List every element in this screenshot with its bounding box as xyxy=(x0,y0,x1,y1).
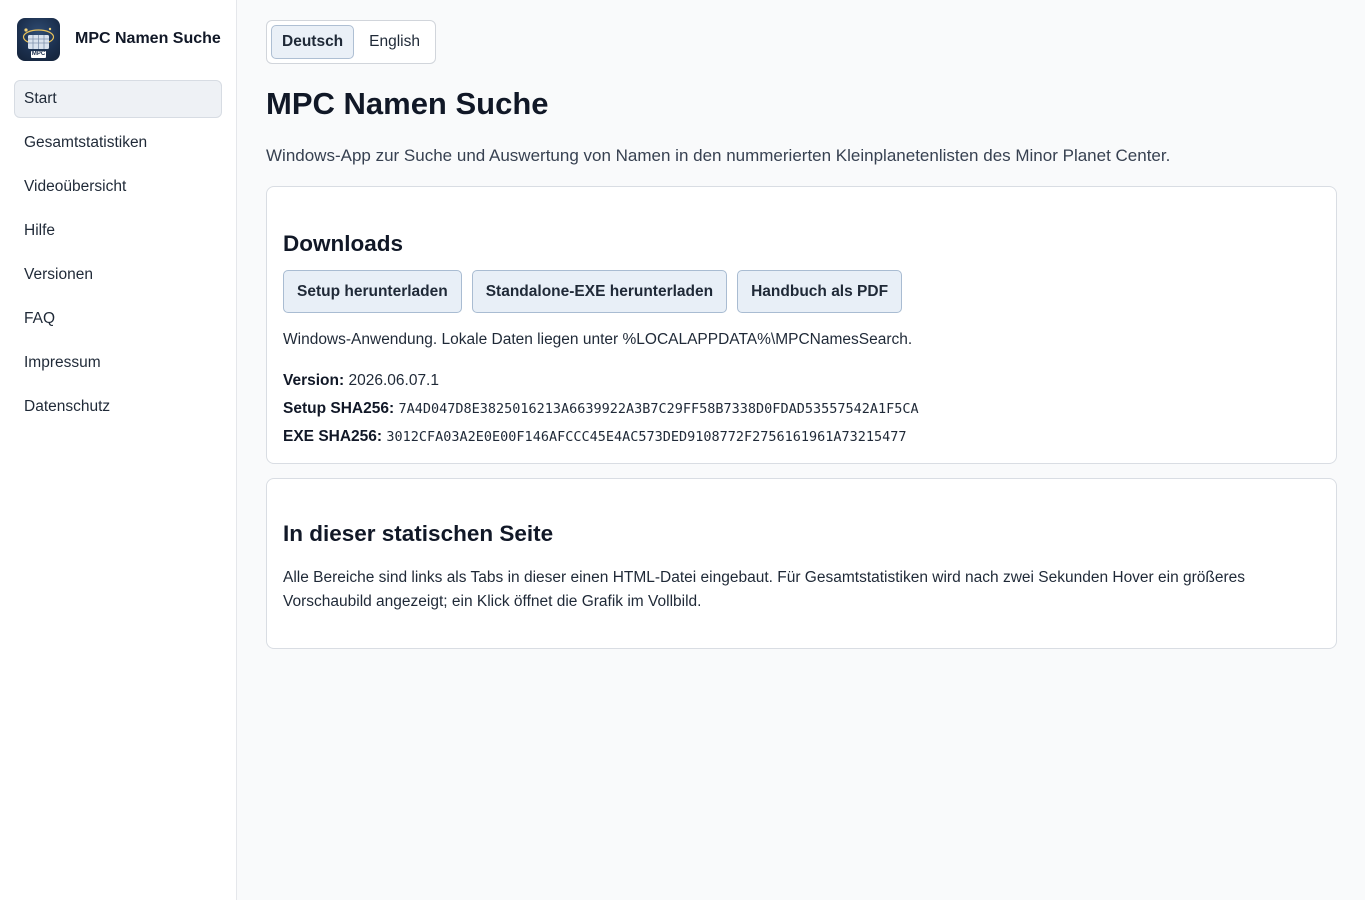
version-row: Version: 2026.06.07.1 xyxy=(283,367,1320,395)
exe-sha-row: EXE SHA256: 3012CFA03A2E0E00F146AFCCC45E… xyxy=(283,423,1320,451)
sidebar-item-videouebersicht[interactable]: Videoübersicht xyxy=(14,168,222,206)
brand-title: MPC Namen Suche xyxy=(75,30,221,47)
main-content: Deutsch English MPC Namen Suche Windows-… xyxy=(237,0,1365,900)
standalone-exe-download-button[interactable]: Standalone-EXE herunterladen xyxy=(471,270,728,313)
setup-sha-label: Setup SHA256: xyxy=(283,400,395,417)
about-text: Alle Bereiche sind links als Tabs in die… xyxy=(283,569,1246,610)
language-button-deutsch[interactable]: Deutsch xyxy=(271,25,355,59)
sidebar: MPC MPC Namen Suche Start Gesamtstatisti… xyxy=(0,0,237,900)
sidebar-item-hilfe[interactable]: Hilfe xyxy=(14,212,222,250)
downloads-card: Downloads Setup herunterladen Standalone… xyxy=(266,186,1337,464)
app-logo: MPC xyxy=(17,17,60,61)
local-data-note: Windows-Anwendung. Lokale Daten liegen u… xyxy=(283,331,913,348)
manual-pdf-button[interactable]: Handbuch als PDF xyxy=(737,270,903,313)
sidebar-item-start[interactable]: Start xyxy=(14,80,222,118)
sidebar-item-versionen[interactable]: Versionen xyxy=(14,256,222,294)
sidebar-nav: Start Gesamtstatistiken Videoübersicht H… xyxy=(14,80,222,426)
version-label: Version: xyxy=(283,372,345,389)
about-heading: In dieser statischen Seite xyxy=(283,521,554,546)
language-switch: Deutsch English xyxy=(266,20,436,64)
setup-sha-row: Setup SHA256: 7A4D047D8E3825016213A66399… xyxy=(283,395,1320,423)
exe-sha-value: 3012CFA03A2E0E00F146AFCCC45E4AC573DED910… xyxy=(386,429,907,445)
about-card: In dieser statischen Seite Alle Bereiche… xyxy=(266,478,1337,649)
page-title: MPC Namen Suche xyxy=(266,86,549,121)
downloads-heading: Downloads xyxy=(283,231,404,256)
release-meta: Version: 2026.06.07.1 Setup SHA256: 7A4D… xyxy=(283,367,1320,451)
language-button-english[interactable]: English xyxy=(358,25,431,59)
download-buttons: Setup herunterladen Standalone-EXE herun… xyxy=(283,270,1320,313)
sidebar-item-impressum[interactable]: Impressum xyxy=(14,344,222,382)
brand: MPC MPC Namen Suche xyxy=(17,17,222,61)
logo-text: MPC xyxy=(31,50,46,57)
sidebar-item-gesamtstatistiken[interactable]: Gesamtstatistiken xyxy=(14,124,222,162)
page-subtitle: Windows-App zur Suche und Auswertung von… xyxy=(266,146,1171,165)
setup-sha-value: 7A4D047D8E3825016213A6639922A3B7C29FF58B… xyxy=(398,401,919,417)
sidebar-item-datenschutz[interactable]: Datenschutz xyxy=(14,388,222,426)
exe-sha-label: EXE SHA256: xyxy=(283,428,383,445)
version-value: 2026.06.07.1 xyxy=(348,372,439,389)
setup-download-button[interactable]: Setup herunterladen xyxy=(283,270,462,313)
sidebar-item-faq[interactable]: FAQ xyxy=(14,300,222,338)
